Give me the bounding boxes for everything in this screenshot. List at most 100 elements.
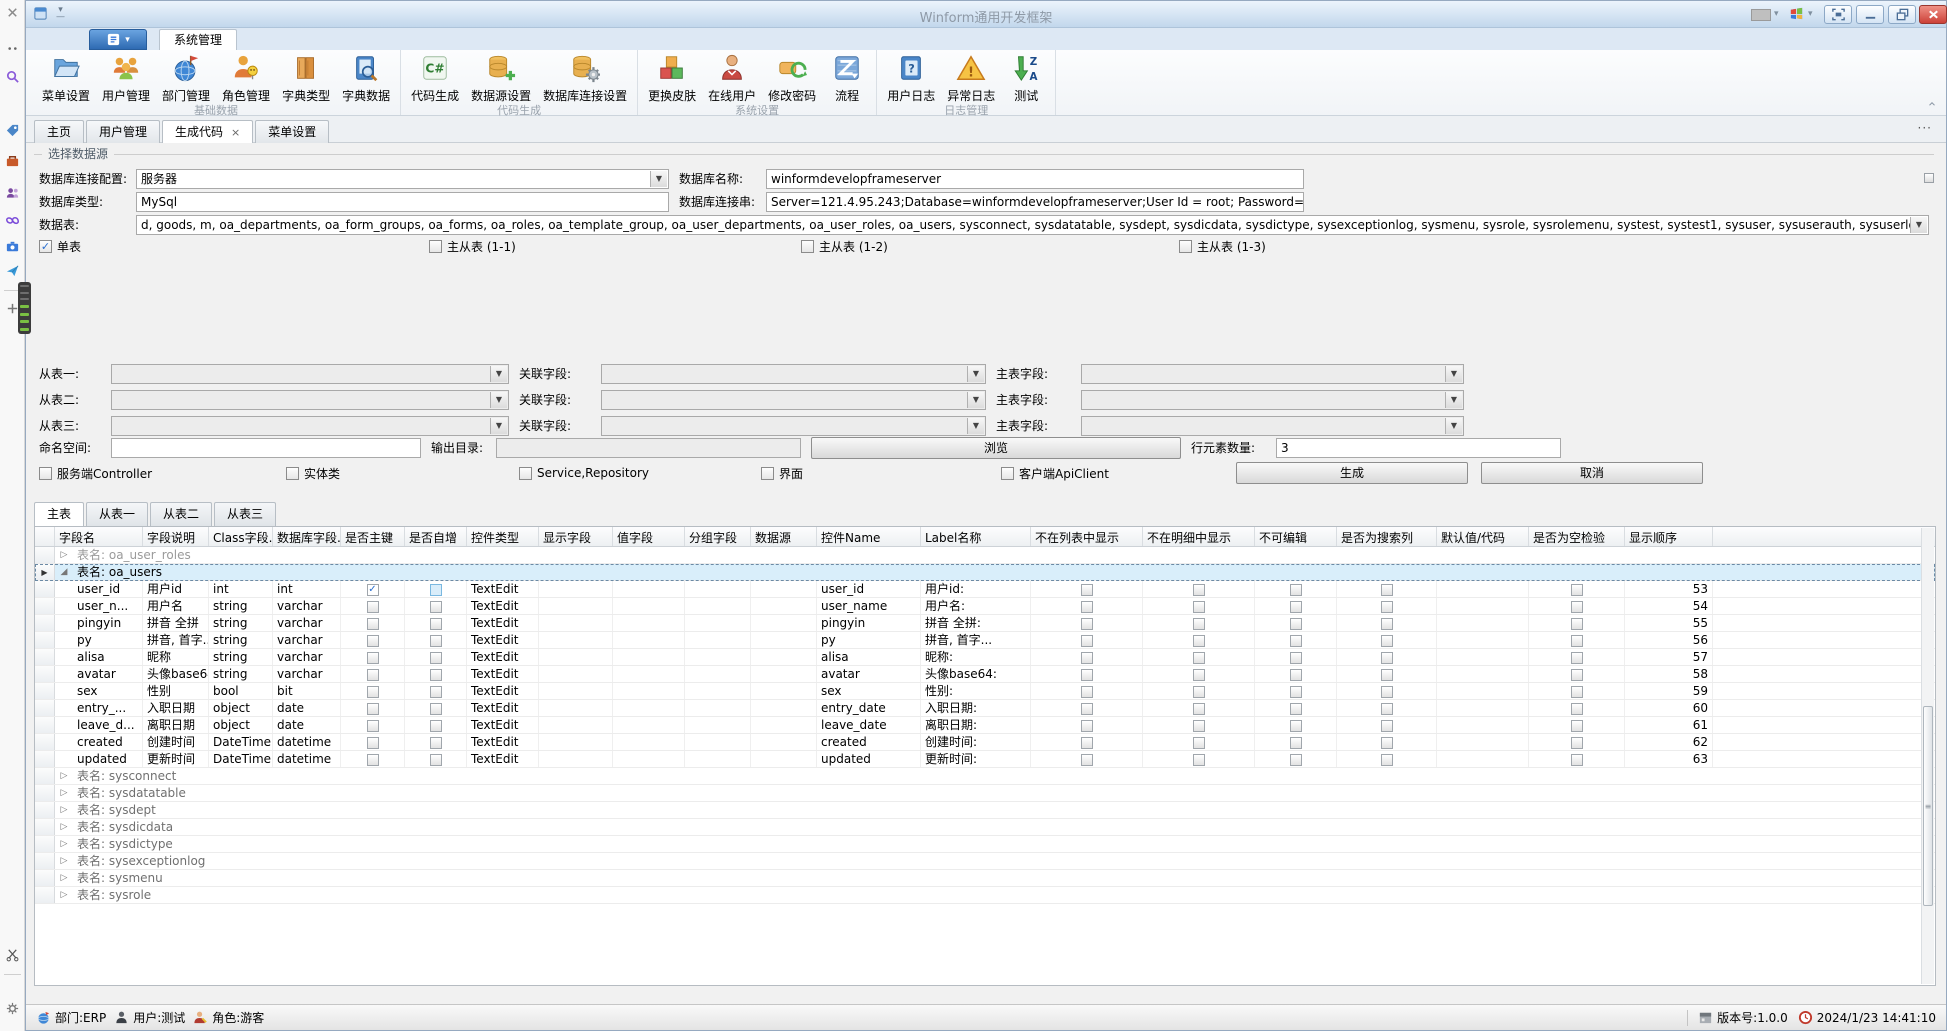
checkbox-icon[interactable]	[430, 703, 442, 715]
grid-cell[interactable]	[1031, 598, 1143, 614]
grid-column-header[interactable]: 不可编辑	[1255, 527, 1337, 546]
ribbon-button[interactable]: 菜单设置	[36, 51, 96, 104]
grid-cell[interactable]	[613, 649, 685, 665]
checkbox-icon[interactable]	[1290, 686, 1302, 698]
grid-cell[interactable]	[1437, 683, 1529, 699]
grid-cell[interactable]	[405, 666, 467, 682]
grid-cell[interactable]	[405, 683, 467, 699]
table-row[interactable]: py拼音, 首字...stringvarcharTextEditpy拼音, 首字…	[35, 632, 1935, 649]
grid-cell[interactable]	[1529, 598, 1625, 614]
ribbon-button[interactable]: 用户管理	[96, 51, 156, 104]
ribbon-button[interactable]: 字典类型	[276, 51, 336, 104]
checkbox-icon[interactable]	[430, 635, 442, 647]
grid-cell[interactable]: string	[209, 649, 273, 665]
users-icon[interactable]	[4, 184, 21, 201]
expand-icon[interactable]: ▷	[55, 785, 73, 801]
grid-cell[interactable]: string	[209, 632, 273, 648]
grid-column-header[interactable]: 是否主键	[341, 527, 405, 546]
checkbox-icon[interactable]	[430, 754, 442, 766]
checkbox-generate-option[interactable]: 客户端ApiClient	[1001, 465, 1109, 481]
document-tab[interactable]: 生成代码×	[162, 120, 253, 143]
grid-cell[interactable]: TextEdit	[467, 700, 539, 716]
ribbon-tab-system[interactable]: 系统管理	[159, 29, 237, 50]
grid-cell[interactable]	[685, 683, 751, 699]
grid-column-header[interactable]: 是否自增	[405, 527, 467, 546]
checkbox-table-mode[interactable]: ✓单表	[39, 238, 81, 254]
master-field-combo[interactable]: ▼	[1081, 416, 1464, 436]
ribbon-button[interactable]: 流程	[822, 51, 872, 104]
checkbox-icon[interactable]	[1081, 737, 1093, 749]
grid-cell[interactable]: py	[55, 632, 143, 648]
grid-cell[interactable]	[1255, 615, 1337, 631]
table-group-row[interactable]: ▷表名: sysrole	[35, 887, 1935, 904]
checkbox-icon[interactable]	[430, 601, 442, 613]
grid-cell[interactable]: entry_...	[55, 700, 143, 716]
grid-cell[interactable]	[539, 751, 613, 767]
loop-icon[interactable]	[4, 212, 21, 229]
grid-cell[interactable]: 拼音, 首字...	[921, 632, 1031, 648]
close-tab-icon[interactable]: ×	[231, 122, 240, 143]
checkbox-icon[interactable]	[1571, 652, 1583, 664]
grid-cell[interactable]	[405, 598, 467, 614]
grid-cell[interactable]	[1529, 717, 1625, 733]
swatch-dropdown-icon[interactable]: ▾	[1774, 9, 1779, 19]
grid-cell[interactable]	[685, 751, 751, 767]
ribbon-button[interactable]: 部门管理	[156, 51, 216, 104]
grid-cell[interactable]	[613, 666, 685, 682]
grid-cell[interactable]: varchar	[273, 632, 341, 648]
ribbon-button[interactable]: 在线用户	[702, 51, 762, 104]
relation-field-combo[interactable]: ▼	[601, 364, 986, 384]
browse-button[interactable]: 浏览	[811, 437, 1181, 459]
table-group-row[interactable]: ▷表名: sysexceptionlog	[35, 853, 1935, 870]
grid-cell[interactable]: 更新时间:	[921, 751, 1031, 767]
grid-column-header[interactable]: 显示顺序	[1625, 527, 1713, 546]
ribbon-button[interactable]: 角色管理	[216, 51, 276, 104]
checkbox-generate-option[interactable]: 实体类	[286, 465, 340, 481]
dropdown-icon[interactable]: ▼	[967, 366, 984, 382]
grid-cell[interactable]	[1031, 717, 1143, 733]
grid-cell[interactable]	[1255, 751, 1337, 767]
grid-cell[interactable]: 56	[1625, 632, 1713, 648]
dropdown-icon[interactable]: ▼	[1445, 418, 1462, 434]
grid-cell[interactable]	[539, 666, 613, 682]
checkbox-icon[interactable]	[1081, 584, 1093, 596]
dropdown-icon[interactable]: ▼	[1445, 366, 1462, 382]
grid-cell[interactable]: DateTime	[209, 751, 273, 767]
grid-cell[interactable]	[1437, 666, 1529, 682]
grid-cell[interactable]	[685, 581, 751, 597]
grid-cell[interactable]: 头像base64	[143, 666, 209, 682]
ribbon-button[interactable]: 数据源设置	[465, 51, 537, 104]
grid-cell[interactable]: date	[273, 717, 341, 733]
checkbox-icon[interactable]	[1290, 584, 1302, 596]
grid-cell[interactable]	[539, 649, 613, 665]
grid-cell[interactable]: TextEdit	[467, 615, 539, 631]
expand-icon[interactable]: ◢	[55, 564, 73, 580]
checkbox-generate-option[interactable]: 服务端Controller	[39, 465, 152, 481]
checkbox-icon[interactable]	[367, 601, 379, 613]
checkbox-icon[interactable]	[1081, 652, 1093, 664]
grid-cell[interactable]: updated	[817, 751, 921, 767]
grid-cell[interactable]: date	[273, 700, 341, 716]
dropdown-icon[interactable]: ▼	[1445, 392, 1462, 408]
grid-cell[interactable]	[613, 751, 685, 767]
grid-cell[interactable]	[685, 649, 751, 665]
grid-cell[interactable]: 拼音 全拼	[143, 615, 209, 631]
grid-cell[interactable]	[1337, 717, 1437, 733]
detail-table-combo[interactable]: ▼	[111, 416, 509, 436]
grid-cell[interactable]: TextEdit	[467, 649, 539, 665]
checkbox-icon[interactable]	[367, 669, 379, 681]
checkbox-icon[interactable]	[430, 584, 442, 596]
grid-cell[interactable]	[1143, 717, 1255, 733]
checkbox-icon[interactable]	[1193, 754, 1205, 766]
grid-cell[interactable]	[539, 598, 613, 614]
grid-cell[interactable]: updated	[55, 751, 143, 767]
checkbox-icon[interactable]	[367, 720, 379, 732]
grid-cell[interactable]	[539, 700, 613, 716]
grid-cell[interactable]	[405, 717, 467, 733]
checkbox-icon[interactable]	[367, 635, 379, 647]
grid-cell[interactable]: TextEdit	[467, 717, 539, 733]
table-group-row[interactable]: ▷表名: sysmenu	[35, 870, 1935, 887]
grid-cell[interactable]	[685, 700, 751, 716]
grid-cell[interactable]: sex	[55, 683, 143, 699]
grid-cell[interactable]	[1337, 751, 1437, 767]
